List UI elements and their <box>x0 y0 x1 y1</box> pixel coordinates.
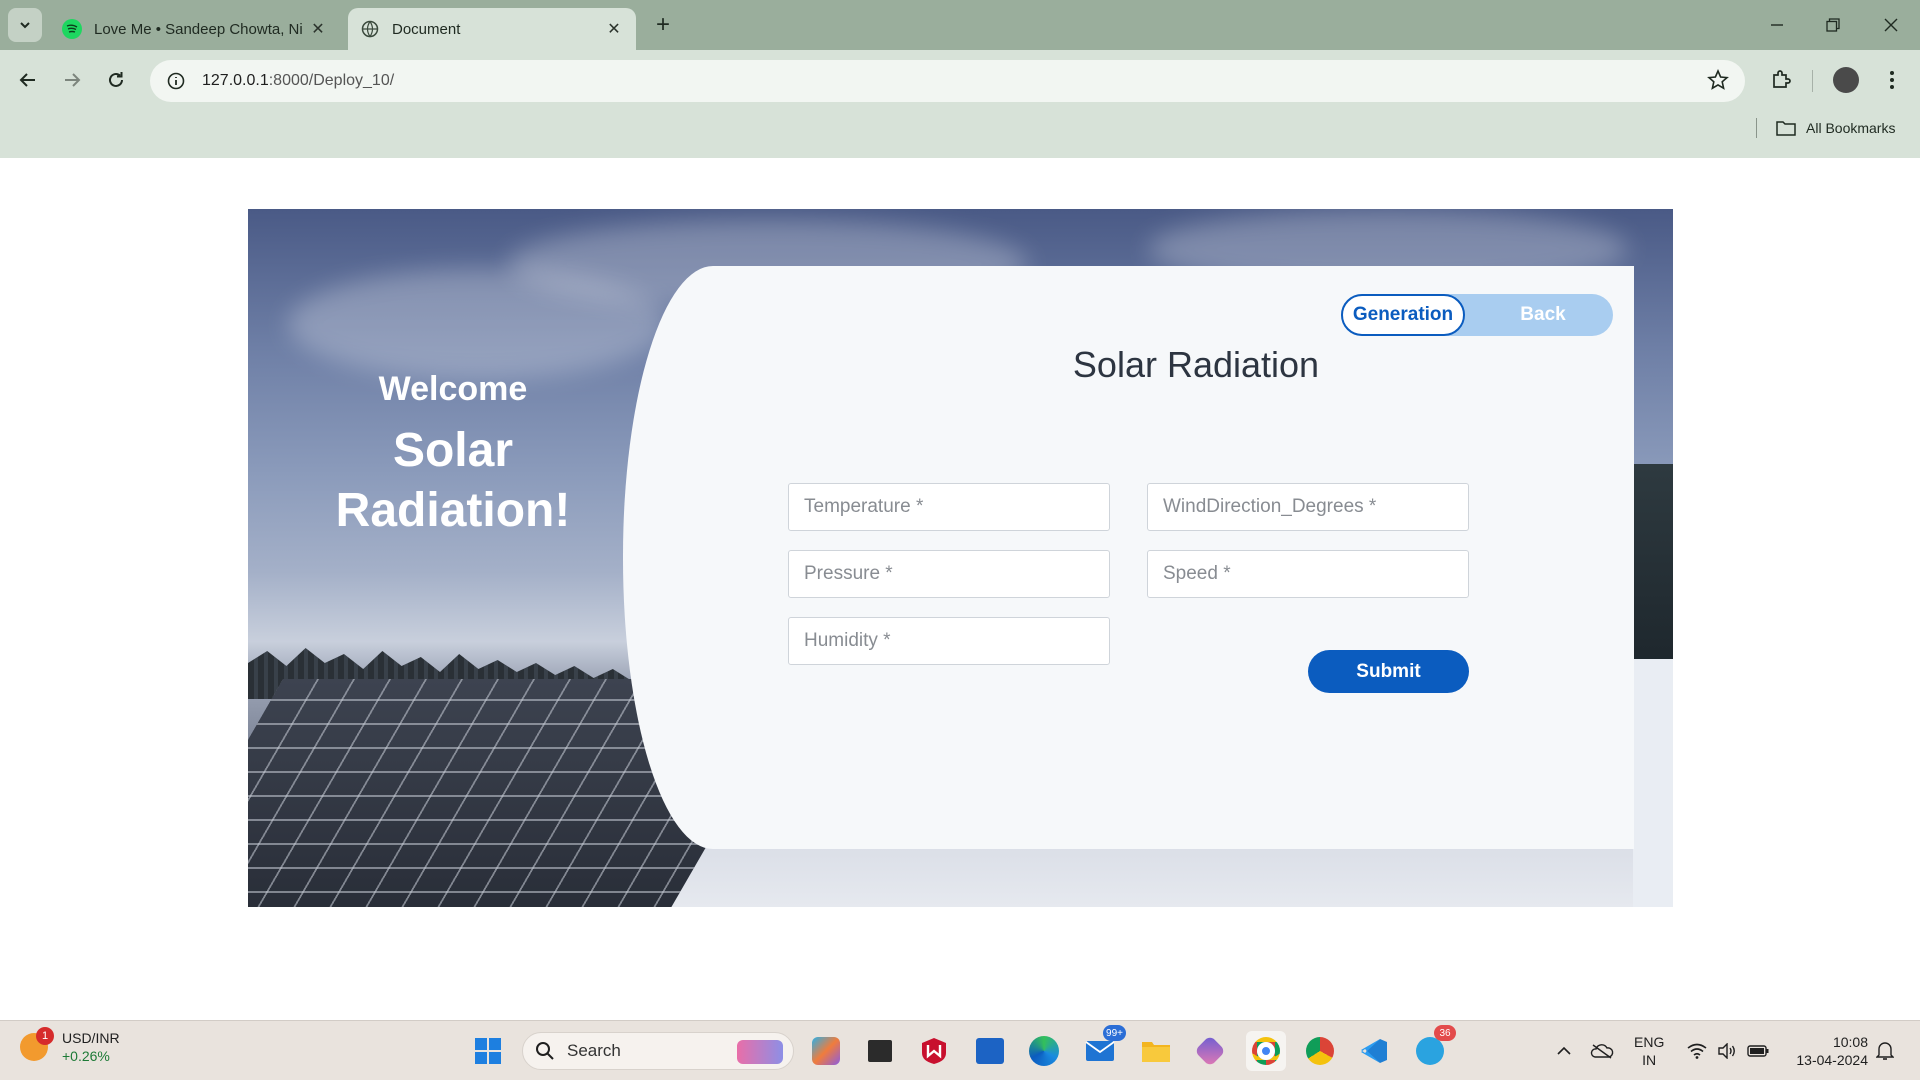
tab-strip: Love Me • Sandeep Chowta, Ni ✕ Document … <box>0 0 1920 50</box>
trees-shape <box>1633 464 1673 664</box>
close-tab-icon[interactable]: ✕ <box>308 19 328 39</box>
new-tab-button[interactable]: + <box>650 11 676 38</box>
wind-direction-input[interactable] <box>1147 483 1469 531</box>
windows-start-icon[interactable] <box>468 1031 508 1071</box>
close-window-icon[interactable] <box>1876 10 1906 40</box>
profile-avatar[interactable] <box>1830 64 1862 96</box>
windows-taskbar: 1 USD/INR +0.26% Search 99+ 36 ENG IN 10… <box>0 1020 1920 1080</box>
bookmark-star-icon[interactable] <box>1707 68 1729 96</box>
wifi-icon[interactable] <box>1684 1031 1710 1071</box>
browser-toolbar: 127.0.0.1:8000/Deploy_10/ All Bookmarks <box>0 50 1920 158</box>
mail-badge: 99+ <box>1103 1025 1126 1041</box>
telegram-badge: 36 <box>1434 1025 1456 1041</box>
bookmarks-divider <box>1756 118 1757 138</box>
avatar <box>1833 67 1859 93</box>
language-code: ENG <box>1634 1034 1665 1050</box>
toolbar-divider <box>1812 70 1813 92</box>
all-bookmarks-button[interactable]: All Bookmarks <box>1776 116 1895 140</box>
bookmarks-bar: All Bookmarks <box>0 108 1920 148</box>
chrome-icon[interactable] <box>1300 1031 1340 1071</box>
search-icon <box>536 1042 554 1060</box>
mode-toggle: Generation Back <box>1341 294 1613 336</box>
tab-title: Document <box>392 20 461 38</box>
microsoft-store-icon[interactable] <box>970 1031 1010 1071</box>
tab-document[interactable]: Document ✕ <box>348 8 636 50</box>
tab-spotify[interactable]: Love Me • Sandeep Chowta, Ni ✕ <box>50 8 340 50</box>
task-view-icon[interactable] <box>860 1031 900 1071</box>
language-indicator[interactable]: ENG IN <box>1634 1033 1664 1069</box>
tab-title: Love Me • Sandeep Chowta, Ni <box>94 20 303 38</box>
url-text: 127.0.0.1:8000/Deploy_10/ <box>202 72 394 90</box>
more-menu-icon[interactable] <box>1876 64 1908 96</box>
welcome-headline: Solar Radiation! <box>248 421 658 541</box>
system-clock[interactable]: 10:08 13-04-2024 <box>1784 1033 1868 1069</box>
spotify-icon <box>62 19 82 39</box>
tab-search-button[interactable] <box>8 8 42 42</box>
ticker-change: +0.26% <box>62 1048 110 1064</box>
minimize-icon[interactable] <box>1762 10 1792 40</box>
ticker-symbol: USD/INR <box>62 1030 120 1046</box>
volume-icon[interactable] <box>1714 1031 1740 1071</box>
stock-ticker-widget[interactable]: 1 USD/INR +0.26% <box>20 1027 120 1065</box>
form-card: Generation Back Solar Radiation Submit <box>623 266 1634 849</box>
reload-icon[interactable] <box>100 64 132 96</box>
address-bar[interactable]: 127.0.0.1:8000/Deploy_10/ <box>150 60 1745 102</box>
mcafee-icon[interactable] <box>914 1031 954 1071</box>
notification-badge: 1 <box>36 1027 54 1045</box>
site-info-icon[interactable] <box>164 69 188 93</box>
clock-date: 13-04-2024 <box>1796 1052 1868 1068</box>
snow-shape <box>1633 659 1673 907</box>
copilot-icon[interactable] <box>806 1031 846 1071</box>
notification-bell-icon[interactable] <box>1872 1031 1898 1071</box>
vscode-icon[interactable] <box>1354 1031 1394 1071</box>
url-path: :8000/Deploy_10/ <box>268 72 395 89</box>
headline-line-1: Solar <box>392 424 514 477</box>
search-label: Search <box>567 1041 621 1060</box>
forward-arrow-icon[interactable] <box>56 64 88 96</box>
all-bookmarks-label: All Bookmarks <box>1806 120 1896 136</box>
chevron-down-icon <box>20 22 30 29</box>
temperature-input[interactable] <box>788 483 1110 531</box>
welcome-block: Welcome Solar Radiation! <box>248 370 658 541</box>
teams-icon[interactable] <box>1190 1031 1230 1071</box>
file-explorer-icon[interactable] <box>1136 1031 1176 1071</box>
taskbar-search[interactable]: Search <box>522 1032 794 1070</box>
edge-browser-icon[interactable] <box>1024 1031 1064 1071</box>
battery-icon[interactable] <box>1744 1031 1772 1071</box>
close-tab-icon[interactable]: ✕ <box>604 19 624 39</box>
generation-toggle-button[interactable]: Generation <box>1341 294 1465 336</box>
folder-icon <box>1776 121 1796 136</box>
search-highlight-icon <box>737 1040 783 1064</box>
ticker-text: USD/INR +0.26% <box>62 1029 120 1065</box>
region-code: IN <box>1642 1052 1657 1068</box>
telegram-icon[interactable]: 36 <box>1410 1025 1456 1071</box>
chevron-up-icon[interactable] <box>1552 1031 1576 1071</box>
clock-time: 10:08 <box>1832 1034 1868 1050</box>
mail-icon[interactable]: 99+ <box>1080 1025 1126 1071</box>
submit-button[interactable]: Submit <box>1308 650 1469 693</box>
headline-line-2: Radiation! <box>335 484 571 537</box>
humidity-input[interactable] <box>788 617 1110 665</box>
back-toggle-button[interactable]: Back <box>1481 294 1605 336</box>
back-arrow-icon[interactable] <box>12 64 44 96</box>
speed-input[interactable] <box>1147 550 1469 598</box>
onedrive-icon[interactable] <box>1588 1031 1616 1071</box>
restore-icon[interactable] <box>1818 10 1848 40</box>
page-title: Solar Radiation <box>1072 344 1320 385</box>
chrome-icon-active[interactable] <box>1246 1031 1286 1071</box>
welcome-text: Welcome <box>378 370 528 408</box>
extensions-puzzle-icon[interactable] <box>1765 64 1797 96</box>
globe-icon <box>360 19 380 39</box>
currency-icon: 1 <box>20 1027 54 1061</box>
pressure-input[interactable] <box>788 550 1110 598</box>
url-host: 127.0.0.1 <box>202 72 269 89</box>
